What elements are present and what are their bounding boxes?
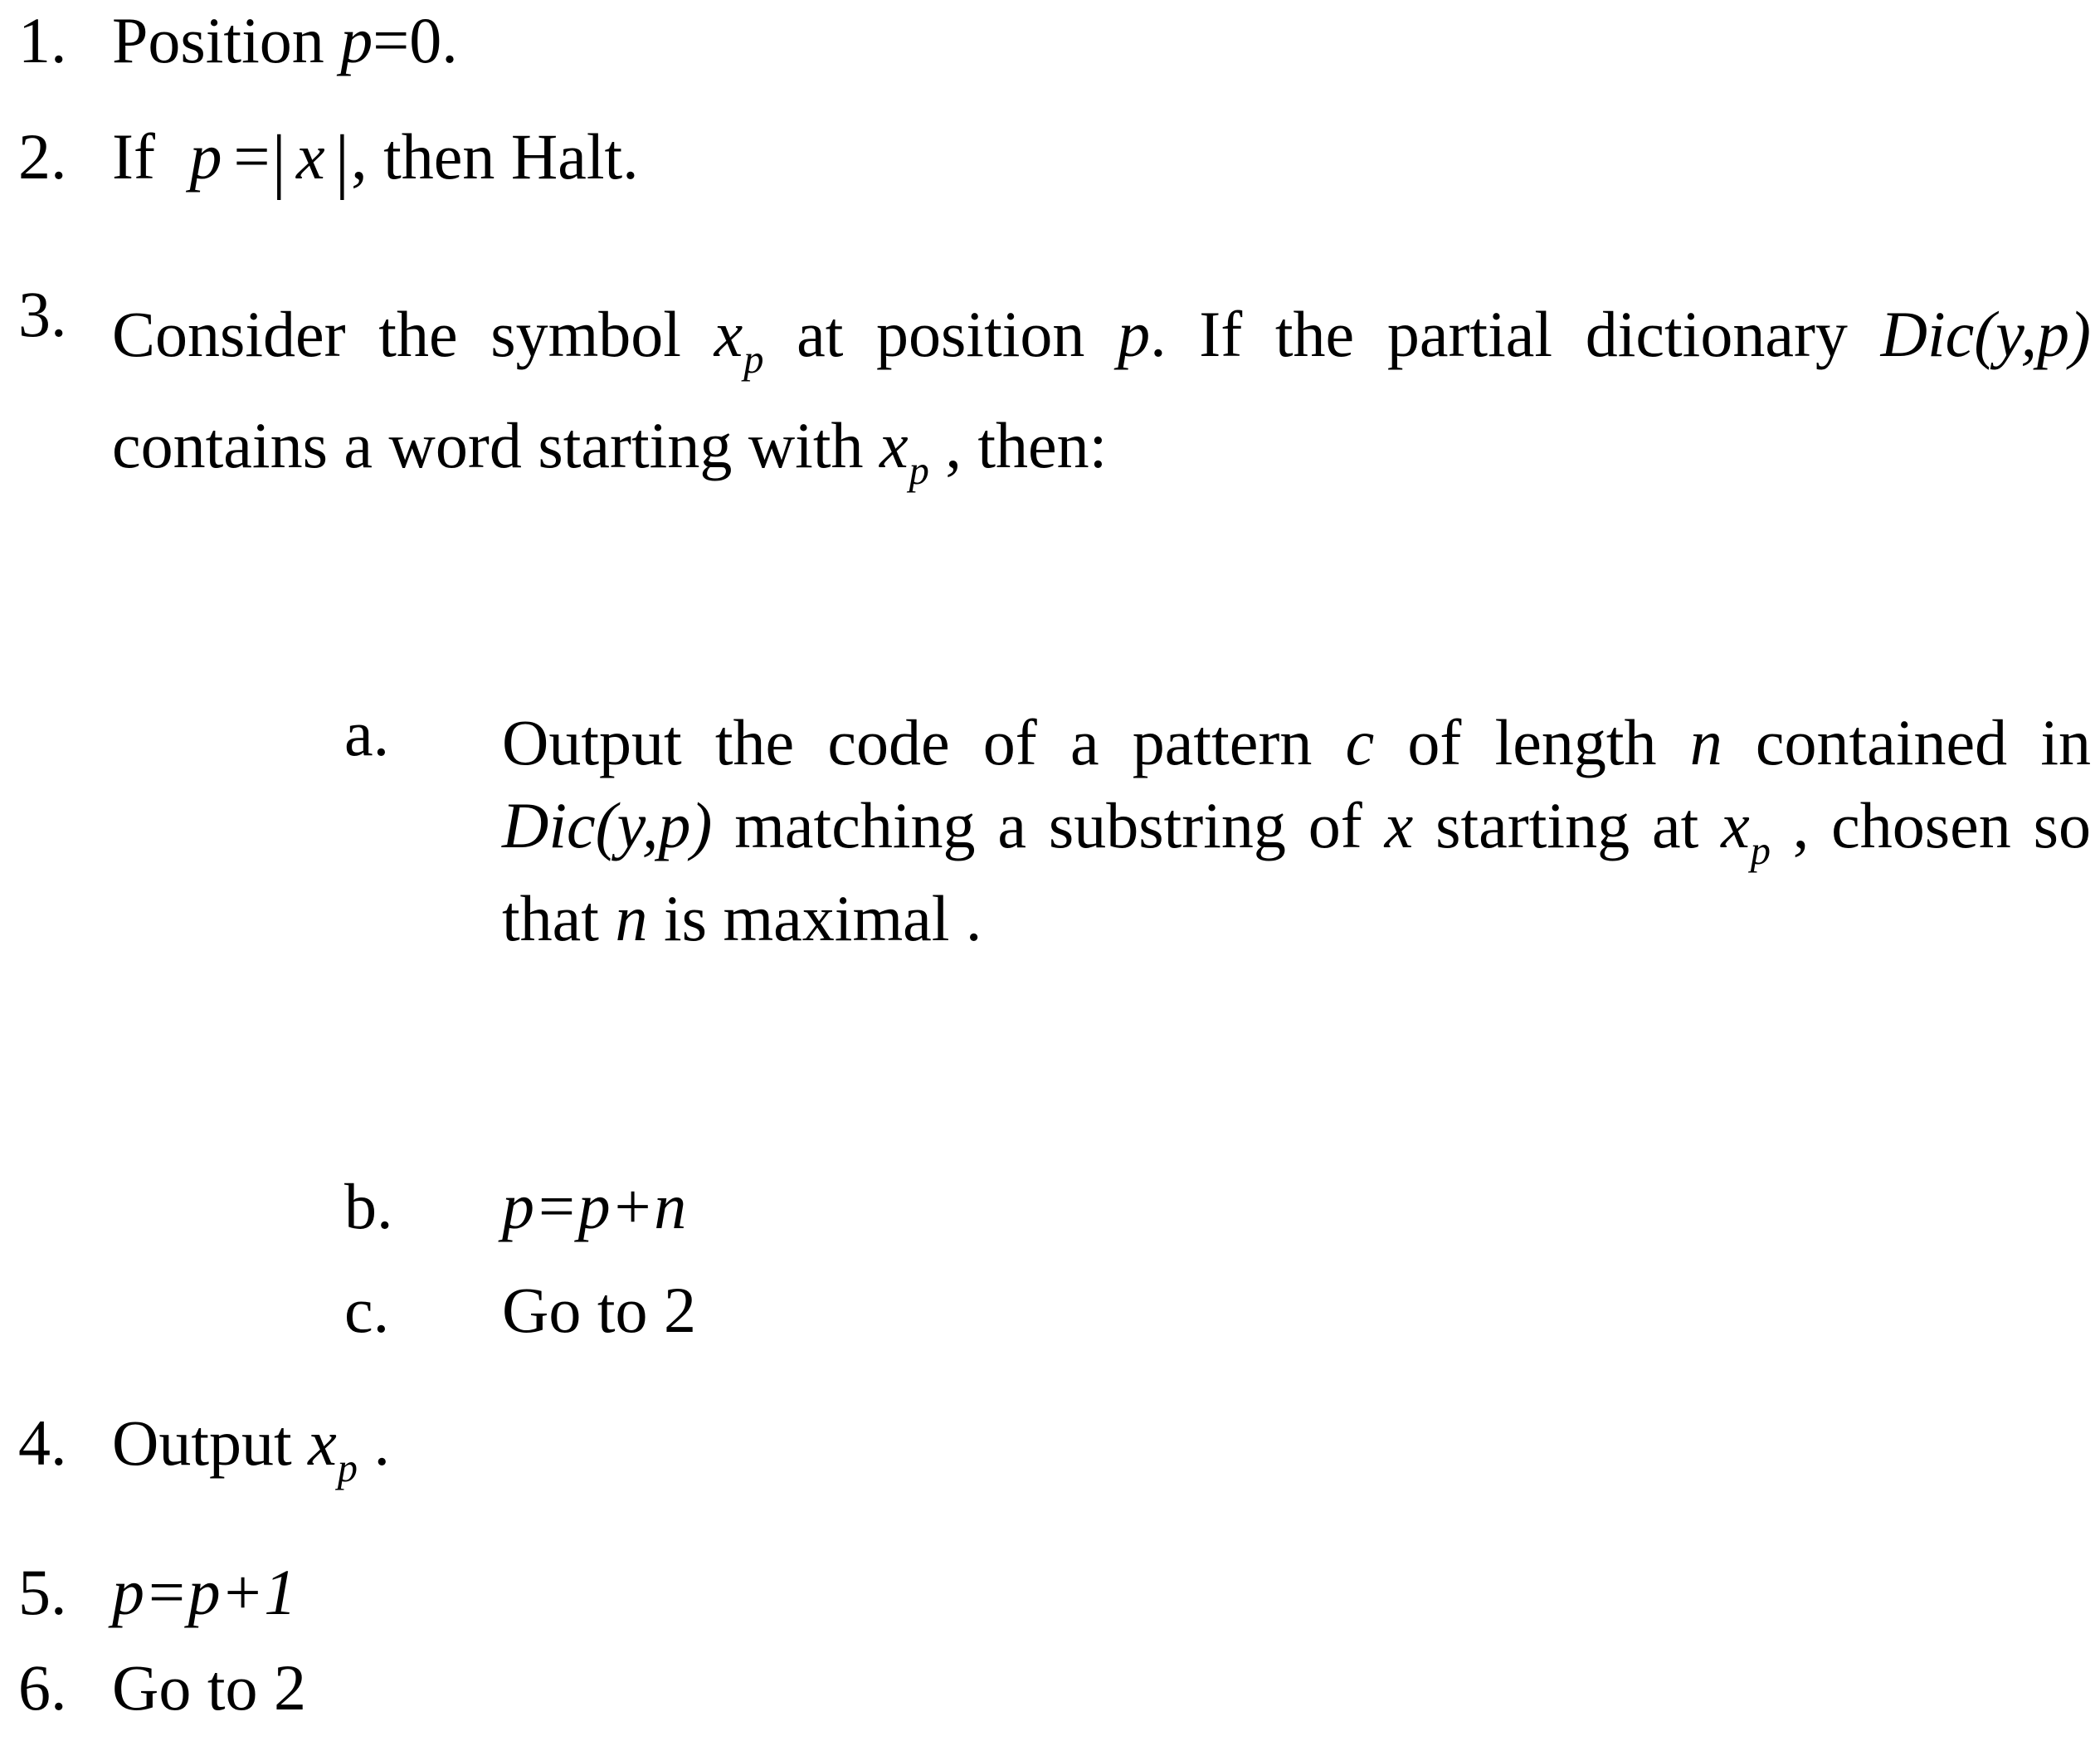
- math-var-x: x: [1384, 788, 1414, 861]
- list-marker-1: 1.: [18, 4, 67, 76]
- step-2-text: If p =| x |, then Halt.: [112, 119, 2100, 200]
- list-item-step-3: 3. Consider the symbol xp at position p.…: [0, 282, 2100, 504]
- step-1-lead: Position: [112, 4, 341, 76]
- list-marker-2: 2.: [18, 120, 67, 193]
- step-2-lead: If: [112, 120, 172, 193]
- list-marker-6: 6.: [18, 1651, 67, 1724]
- step-6-text: Go to 2: [112, 1656, 2100, 1720]
- step-3-text: Consider the symbol xp at position p. If…: [112, 282, 2091, 504]
- step-3a-seg4: matching a substring of: [712, 788, 1385, 861]
- step-3c-text: Go to 2: [502, 1278, 2100, 1343]
- math-var-x: x: [714, 298, 743, 370]
- list-item-step-4: 4. Output xp .: [0, 1411, 2100, 1490]
- math-var-x: x: [879, 408, 909, 481]
- list-marker-3b: b.: [344, 1170, 393, 1242]
- step-1-tail: =0.: [373, 4, 458, 76]
- step-3-seg1: Consider the symbol: [112, 298, 714, 370]
- math-var-x: x: [1721, 788, 1750, 861]
- math-var-c: c: [1345, 706, 1375, 778]
- math-abs-bar-close: |: [334, 119, 350, 200]
- step-3-seg3: . If the partial dictionary: [1150, 298, 1881, 370]
- list-marker-5: 5.: [18, 1556, 67, 1628]
- list-marker-3a: a.: [344, 697, 390, 769]
- math-subscript-p: p: [1750, 829, 1771, 874]
- step-2-tail: , then Halt.: [351, 120, 639, 193]
- step-3b-text: p=p+n: [502, 1174, 2100, 1239]
- math-var-n: n: [1689, 706, 1722, 778]
- math-formula-p-eq-p-plus-1: p=p+1: [112, 1556, 297, 1628]
- list-item-step-3a: a. Output the code of a pattern c of len…: [0, 701, 2100, 960]
- math-var-p: p: [340, 4, 373, 76]
- list-item-step-3c: c. Go to 2: [0, 1278, 2100, 1343]
- list-item-step-6: 6. Go to 2: [0, 1656, 2100, 1720]
- step-3a-text: Output the code of a pattern c of length…: [502, 701, 2091, 960]
- step-3a-seg7: is maximal .: [647, 882, 982, 955]
- math-abs-bar-open: |: [271, 119, 286, 200]
- step-4-text: Output xp .: [112, 1411, 2100, 1490]
- step-4-lead: Output: [112, 1407, 309, 1479]
- math-subscript-p: p: [743, 338, 764, 383]
- list-marker-3: 3.: [18, 278, 67, 350]
- step-3-seg2: at position: [763, 298, 1118, 370]
- math-subscript-p: p: [337, 1446, 358, 1491]
- math-func-dic: Dic(y,p): [1880, 298, 2091, 370]
- math-var-x: x: [295, 120, 325, 193]
- math-func-dic: Dic(y,p): [502, 788, 713, 861]
- step-5-text: p=p+1: [112, 1560, 2100, 1625]
- list-marker-3c: c.: [344, 1274, 390, 1346]
- step-3a-seg5: starting at: [1413, 788, 1722, 861]
- step-1-text: Position p=0.: [112, 8, 2100, 73]
- step-6-label: Go to 2: [112, 1651, 306, 1724]
- math-var-n: n: [615, 882, 648, 955]
- math-var-x: x: [308, 1407, 337, 1479]
- step-3c-label: Go to 2: [502, 1274, 696, 1346]
- step-3a-seg2: of length: [1374, 706, 1690, 778]
- list-item-step-3b: b. p=p+n: [0, 1174, 2100, 1239]
- list-marker-4: 4.: [18, 1407, 67, 1479]
- step-3-seg4: contains a word starting with: [112, 408, 879, 481]
- list-item-step-5: 5. p=p+1: [0, 1560, 2100, 1625]
- list-item-step-1: 1. Position p=0.: [0, 8, 2100, 73]
- math-subscript-p: p: [909, 448, 929, 493]
- math-var-p: p: [1118, 298, 1151, 370]
- step-3a-seg3: contained in: [1722, 706, 2092, 778]
- math-formula-p-eq-p-plus-n: p=p+n: [502, 1170, 687, 1242]
- step-3a-seg1: Output the code of a pattern: [502, 706, 1346, 778]
- math-equals: =: [233, 120, 270, 193]
- step-3-seg5: , then:: [928, 408, 1108, 481]
- step-4-tail: .: [357, 1407, 390, 1479]
- document-page: 1. Position p=0. 2. If p =| x |, then Halt.…: [0, 0, 2100, 1741]
- list-item-step-2: 2. If p =| x |, then Halt.: [0, 119, 2100, 200]
- math-var-p: p: [189, 120, 222, 193]
